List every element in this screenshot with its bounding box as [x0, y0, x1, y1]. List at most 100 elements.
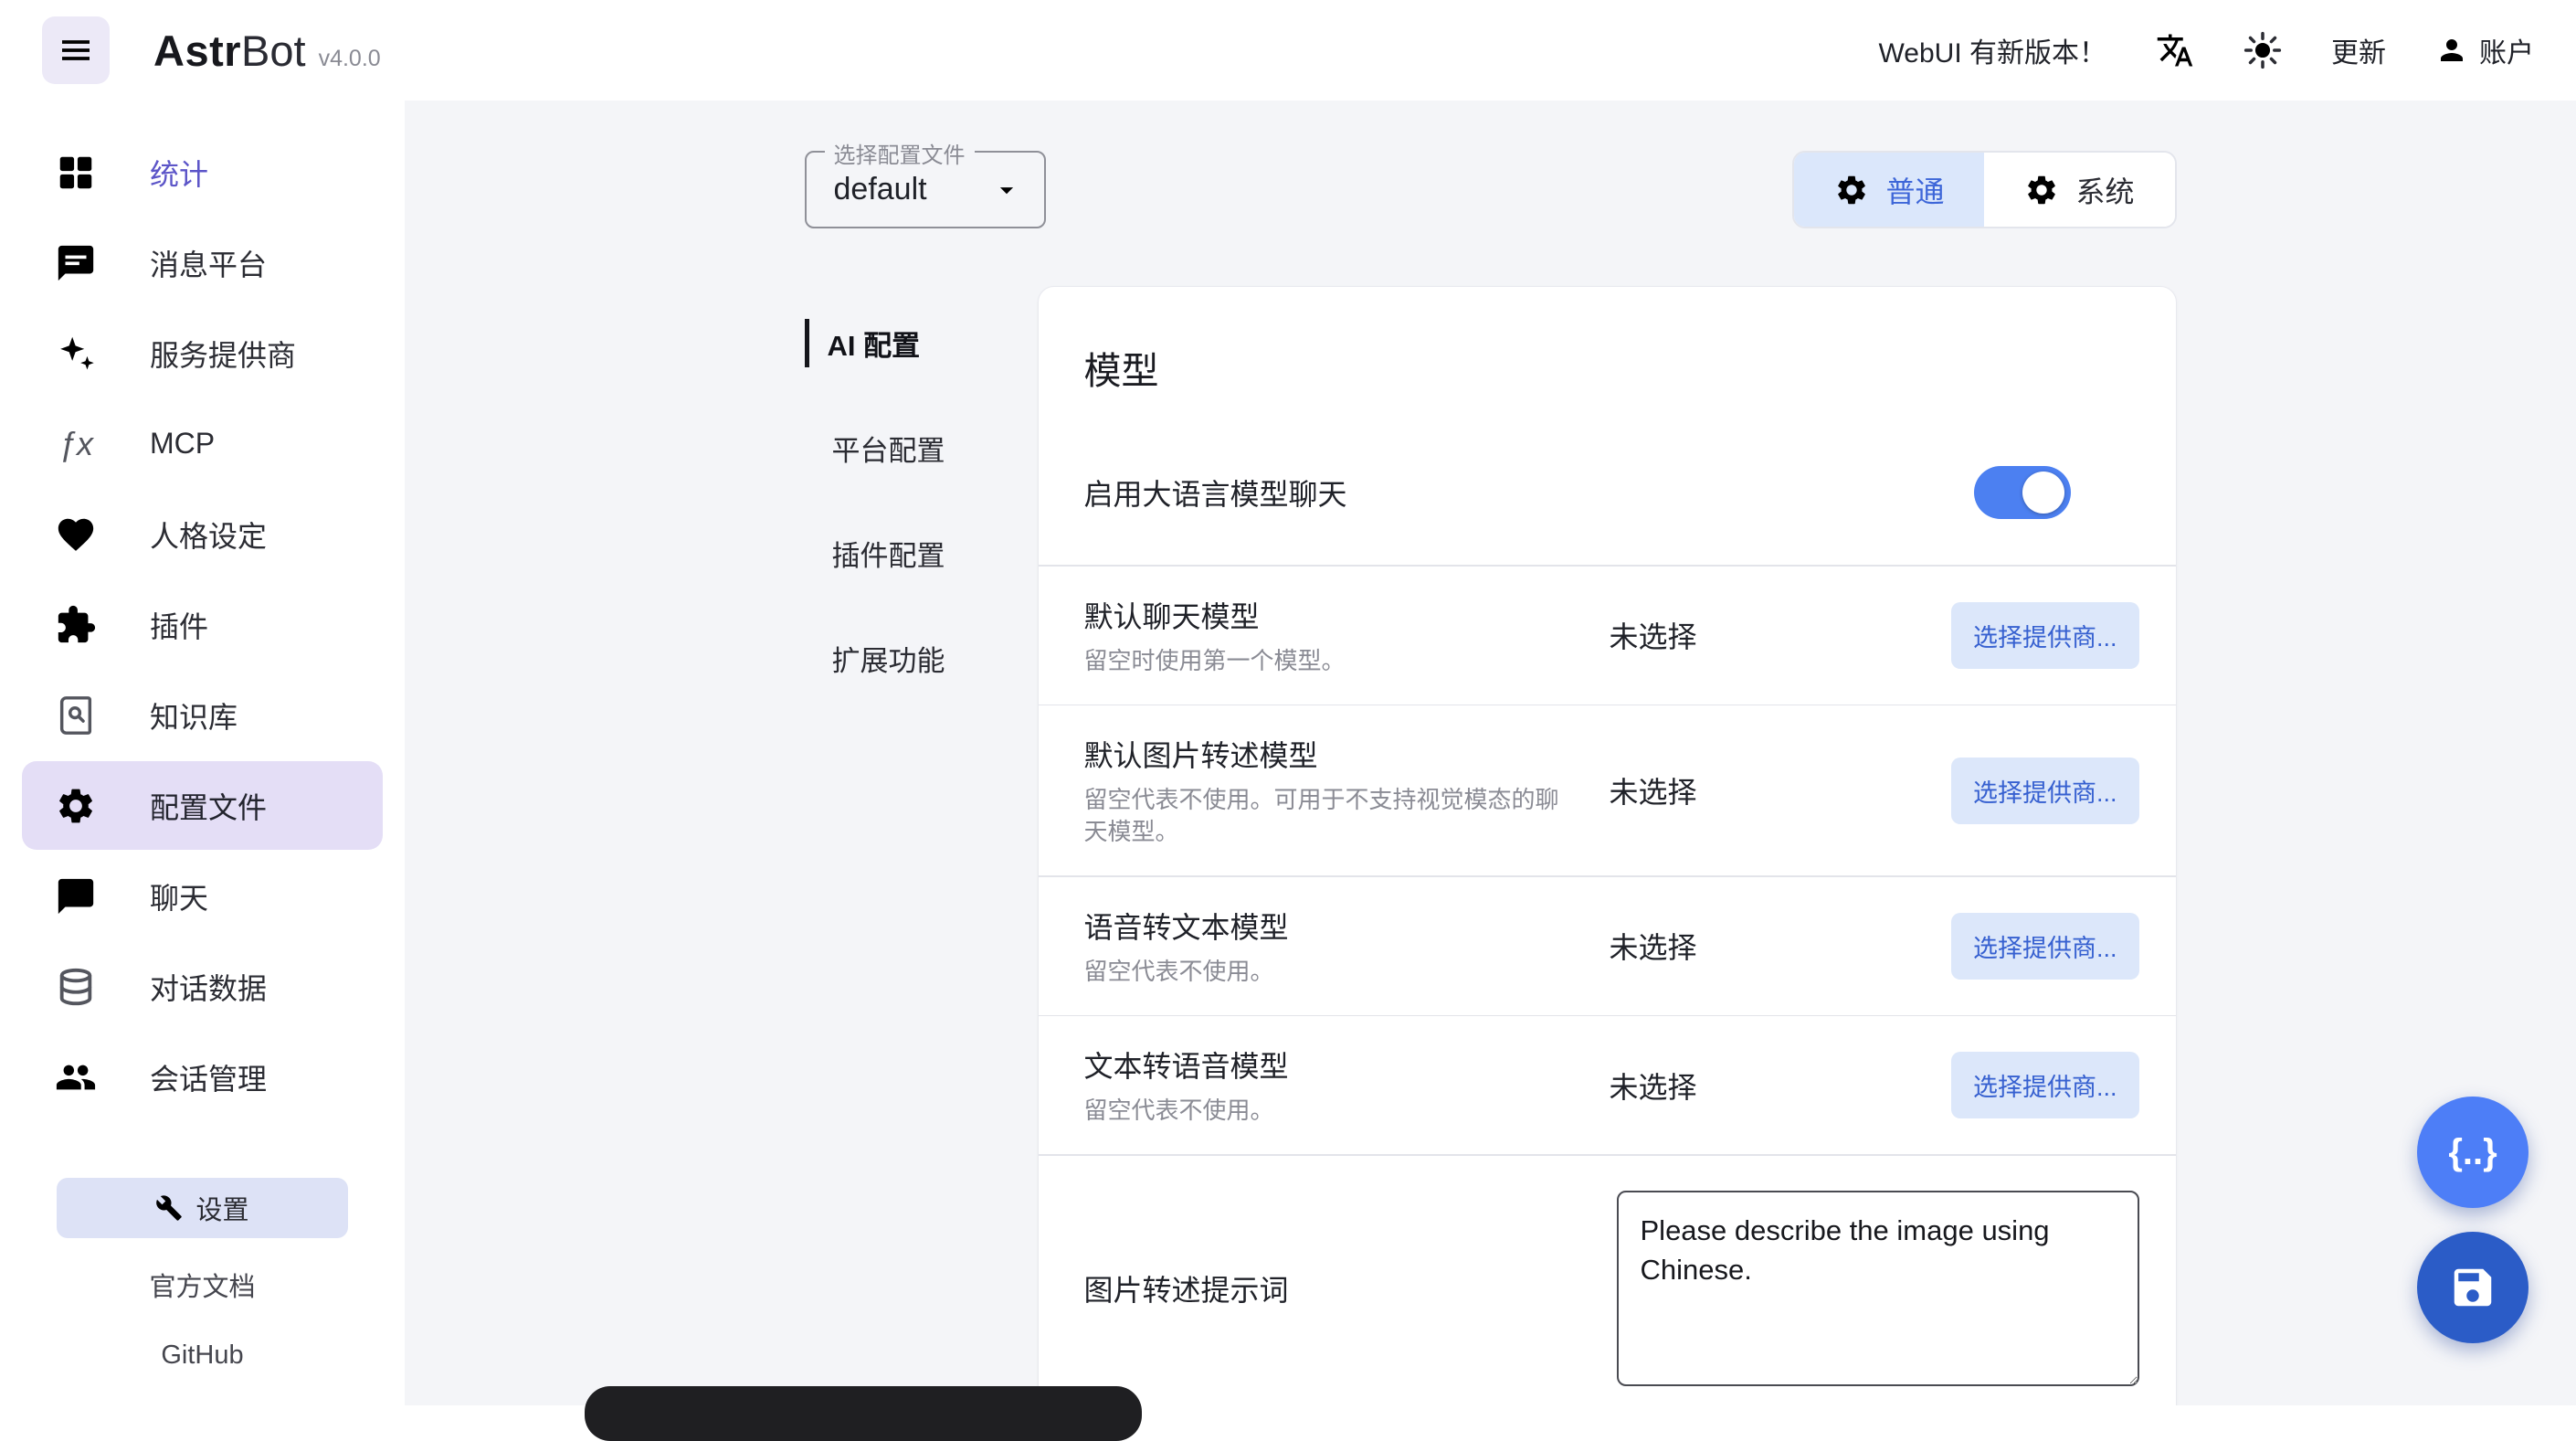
- toast-snackbar: [585, 1386, 1142, 1441]
- sidebar-item-label: 人格设定: [150, 514, 267, 556]
- header-actions: WebUI 有新版本！ 更新 账户: [1879, 30, 2534, 70]
- config-desc: 留空时使用第一个模型。: [1084, 645, 1568, 677]
- sidebar-item-chat[interactable]: 聊天: [22, 852, 383, 940]
- app-header: AstrBot v4.0.0 WebUI 有新版本！ 更新 账户: [0, 0, 2576, 101]
- llm-enable-toggle[interactable]: [1974, 466, 2071, 519]
- sidebar: 统计 消息平台 服务提供商 ƒx MCP 人格设定 插件 知识库 配置文件 聊天…: [0, 101, 405, 1405]
- profile-select-label: 选择配置文件: [825, 137, 975, 169]
- app-brand[interactable]: AstrBot v4.0.0: [153, 26, 381, 76]
- image-caption-prompt-row: 图片转述提示词 Please describe the image using …: [1039, 1156, 2176, 1405]
- sidebar-item-mcp[interactable]: ƒx MCP: [22, 399, 383, 488]
- settings-label: 设置: [195, 1189, 248, 1227]
- config-label-group: 默认图片转述模型 留空代表不使用。可用于不支持视觉模态的聊天模型。: [1084, 733, 1610, 848]
- main-content: 选择配置文件 default 普通 系统 AI 配置 平台配置 插件配置: [405, 101, 2576, 1405]
- webui-new-version-notice: WebUI 有新版本！: [1879, 30, 2106, 70]
- sidebar-github-link[interactable]: GitHub: [0, 1322, 405, 1389]
- config-desc: 留空代表不使用。可用于不支持视觉模态的聊天模型。: [1084, 784, 1568, 848]
- save-icon: [2448, 1263, 2497, 1312]
- llm-toggle-row: 启用大语言模型聊天: [1039, 395, 2176, 565]
- subnav-item-ai-config[interactable]: AI 配置: [805, 319, 1010, 367]
- content-container: 选择配置文件 default 普通 系统 AI 配置 平台配置 插件配置: [805, 101, 2177, 1405]
- database-icon: [55, 966, 97, 1008]
- config-desc: 留空代表不使用。: [1084, 1095, 1568, 1127]
- function-icon: ƒx: [55, 425, 97, 463]
- config-value: 未选择: [1610, 1065, 1943, 1107]
- tab-normal[interactable]: 普通: [1794, 153, 1984, 227]
- select-provider-button[interactable]: 选择提供商...: [1951, 1052, 2139, 1118]
- tab-label: 普通: [1885, 169, 1944, 211]
- heart-icon: [55, 514, 97, 556]
- brightness-theme-icon[interactable]: [2243, 31, 2282, 69]
- speech-to-text-model-row: 语音转文本模型 留空代表不使用。 未选择 选择提供商...: [1039, 877, 2176, 1015]
- knowledge-icon: [55, 694, 97, 736]
- sidebar-item-label: 会话管理: [150, 1056, 267, 1098]
- sidebar-settings-button[interactable]: 设置: [57, 1178, 348, 1238]
- sidebar-item-label: 插件: [150, 604, 208, 646]
- toggle-knob: [2022, 472, 2064, 514]
- sidebar-item-message-platforms[interactable]: 消息平台: [22, 218, 383, 307]
- sidebar-item-label: 知识库: [150, 694, 238, 736]
- subnav-item-platform-config[interactable]: 平台配置: [805, 424, 1010, 472]
- chevron-down-icon: [991, 175, 1022, 206]
- sidebar-item-conversation-data[interactable]: 对话数据: [22, 942, 383, 1031]
- config-label: 默认图片转述模型: [1084, 733, 1610, 775]
- profile-select[interactable]: 选择配置文件 default: [805, 151, 1046, 228]
- sidebar-item-label: 配置文件: [150, 785, 267, 827]
- image-caption-model-row: 默认图片转述模型 留空代表不使用。可用于不支持视觉模态的聊天模型。 未选择 选择…: [1039, 705, 2176, 875]
- account-button[interactable]: 账户: [2435, 30, 2534, 70]
- sidebar-item-plugins[interactable]: 插件: [22, 580, 383, 669]
- dashboard-icon: [55, 152, 97, 194]
- tab-system[interactable]: 系统: [1984, 153, 2174, 227]
- save-config-fab[interactable]: [2417, 1232, 2528, 1343]
- sidebar-item-config-profiles[interactable]: 配置文件: [22, 761, 383, 850]
- translate-icon[interactable]: [2156, 31, 2194, 69]
- sidebar-item-providers[interactable]: 服务提供商: [22, 309, 383, 397]
- default-chat-model-row: 默认聊天模型 留空时使用第一个模型。 未选择 选择提供商...: [1039, 567, 2176, 705]
- select-provider-button[interactable]: 选择提供商...: [1951, 602, 2139, 669]
- hamburger-icon: [58, 32, 94, 69]
- config-label-group: 文本转语音模型 留空代表不使用。: [1084, 1044, 1610, 1127]
- account-label: 账户: [2479, 30, 2534, 70]
- profile-select-value: default: [834, 172, 991, 207]
- config-label-group: 默认聊天模型 留空时使用第一个模型。: [1084, 594, 1610, 677]
- prompt-label: 图片转述提示词: [1084, 1267, 1289, 1309]
- image-caption-prompt-textarea[interactable]: Please describe the image using Chinese.: [1617, 1191, 2139, 1386]
- config-panel-column: 模型 启用大语言模型聊天 默认聊天模型 留空时使用第一个模型。 未选择: [1038, 286, 2177, 1405]
- select-provider-button[interactable]: 选择提供商...: [1951, 913, 2139, 980]
- sidebar-item-label: 统计: [150, 152, 208, 194]
- gear-icon: [55, 785, 97, 827]
- app-version: v4.0.0: [319, 46, 381, 72]
- sidebar-item-knowledge-base[interactable]: 知识库: [22, 671, 383, 759]
- config-label: 语音转文本模型: [1084, 905, 1610, 947]
- subnav-item-extended-features[interactable]: 扩展功能: [805, 634, 1010, 683]
- select-provider-button[interactable]: 选择提供商...: [1951, 758, 2139, 824]
- sidebar-item-stats[interactable]: 统计: [22, 128, 383, 217]
- config-subnav: AI 配置 平台配置 插件配置 扩展功能: [805, 286, 1010, 739]
- tab-label: 系统: [2075, 169, 2134, 211]
- sidebar-footer: 设置 官方文档 GitHub: [0, 1178, 405, 1389]
- config-label: 默认聊天模型: [1084, 594, 1610, 636]
- puzzle-icon: [55, 604, 97, 646]
- sidebar-item-persona[interactable]: 人格设定: [22, 490, 383, 578]
- config-value: 未选择: [1610, 925, 1943, 967]
- sidebar-item-label: 对话数据: [150, 966, 267, 1008]
- update-button[interactable]: 更新: [2331, 30, 2386, 70]
- sidebar-docs-link[interactable]: 官方文档: [0, 1247, 405, 1322]
- text-to-speech-model-row: 文本转语音模型 留空代表不使用。 未选择 选择提供商...: [1039, 1016, 2176, 1154]
- sidebar-item-label: 服务提供商: [150, 333, 296, 375]
- toolbar: 选择配置文件 default 普通 系统: [805, 151, 2177, 228]
- content-row: AI 配置 平台配置 插件配置 扩展功能 模型 启用大语言模型聊天: [805, 286, 2177, 1405]
- sidebar-item-label: 消息平台: [150, 242, 267, 284]
- subnav-item-plugin-config[interactable]: 插件配置: [805, 529, 1010, 577]
- edit-config-json-fab[interactable]: {..}: [2417, 1097, 2528, 1208]
- sparkles-icon: [55, 333, 97, 375]
- config-label: 文本转语音模型: [1084, 1044, 1610, 1086]
- menu-toggle-button[interactable]: [42, 16, 110, 84]
- brand-light-text: Bot: [241, 26, 306, 76]
- wrench-icon: [155, 1194, 183, 1222]
- gear-icon: [2024, 173, 2059, 207]
- config-value: 未选择: [1610, 769, 1943, 811]
- people-icon: [55, 1056, 97, 1098]
- message-icon: [55, 242, 97, 284]
- sidebar-item-session-management[interactable]: 会话管理: [22, 1033, 383, 1121]
